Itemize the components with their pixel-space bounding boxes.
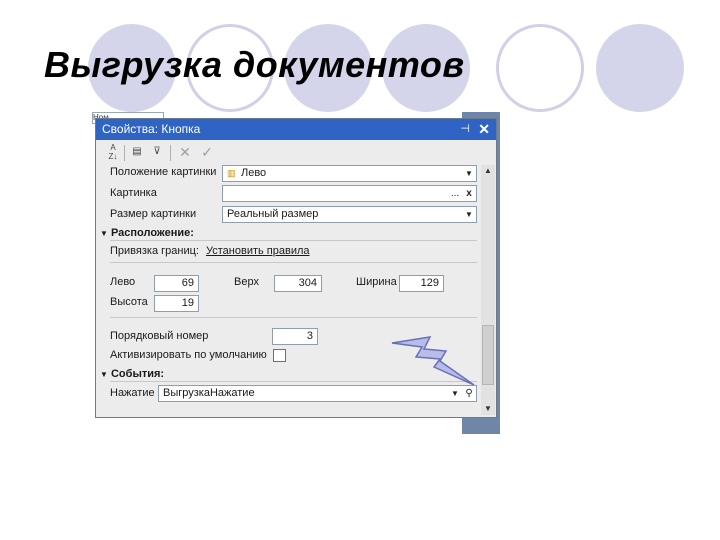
picture-size-label: Размер картинки	[110, 208, 197, 220]
width-label: Ширина	[356, 276, 397, 288]
default-active-label: Активизировать по умолчанию	[110, 349, 267, 361]
vertical-scrollbar[interactable]: ▲ ▼	[481, 165, 495, 415]
clear-field-icon[interactable]: x	[462, 186, 476, 201]
divider	[110, 317, 477, 318]
categories-icon[interactable]: ▤	[128, 143, 146, 161]
layout-section-title: Расположение:	[110, 227, 194, 239]
order-label: Порядковый номер	[110, 330, 209, 342]
clear-icon[interactable]: ✕	[176, 143, 194, 161]
sort-az-icon[interactable]: A Z↓	[104, 143, 122, 161]
picture-size-select[interactable]: Реальный размер ▼	[222, 206, 477, 223]
order-input[interactable]: 3	[272, 328, 318, 345]
collapse-icon[interactable]: ▼	[100, 370, 108, 379]
close-icon[interactable]: ✕	[478, 119, 490, 140]
width-input[interactable]: 129	[399, 275, 444, 292]
chevron-down-icon[interactable]: ▼	[462, 166, 476, 181]
top-input[interactable]: 304	[274, 275, 322, 292]
slide-title: Выгрузка документов	[44, 44, 465, 85]
left-label: Лево	[110, 276, 136, 288]
decor-circle-6	[596, 24, 684, 112]
anchor-label: Привязка границ:	[110, 245, 199, 257]
chevron-down-icon[interactable]: ▼	[462, 207, 476, 222]
height-input[interactable]: 19	[154, 295, 199, 312]
window-title: Свойства: Кнопка	[102, 122, 201, 136]
picture-field[interactable]: ... x	[222, 185, 477, 202]
click-label: Нажатие	[110, 387, 155, 399]
divider	[110, 262, 477, 263]
picture-position-value: Лево	[241, 167, 267, 179]
layout-section-header[interactable]: ▼ Расположение:	[100, 227, 194, 239]
check-icon[interactable]: ✓	[198, 143, 216, 161]
events-section-header[interactable]: ▼ События:	[100, 368, 164, 380]
height-label: Высота	[110, 296, 148, 308]
filter-icon[interactable]: ⊽	[148, 143, 166, 161]
click-handler-value: ВыгрузкаНажатие	[163, 387, 255, 399]
anchor-rules-link[interactable]: Установить правила	[206, 245, 310, 257]
scroll-thumb[interactable]	[482, 325, 494, 385]
divider	[110, 240, 477, 241]
events-section-title: События:	[110, 368, 165, 380]
decor-circle-5	[496, 24, 584, 112]
lightning-pointer-icon	[391, 336, 475, 386]
align-left-icon: ▥	[227, 168, 236, 178]
pin-icon[interactable]: ⊣	[460, 119, 470, 140]
toolbar-separator	[170, 145, 171, 161]
picture-position-label: Положение картинки	[110, 166, 217, 178]
default-active-checkbox[interactable]	[273, 349, 286, 362]
picture-position-select[interactable]: ▥ Лево ▼	[222, 165, 477, 182]
top-label: Верх	[234, 276, 259, 288]
picture-size-value: Реальный размер	[227, 208, 319, 220]
toolbar-separator	[124, 145, 125, 161]
window-titlebar: Свойства: Кнопка ⊣ ✕	[96, 119, 496, 140]
left-input[interactable]: 69	[154, 275, 199, 292]
browse-button[interactable]: ...	[448, 186, 462, 201]
collapse-icon[interactable]: ▼	[100, 229, 108, 238]
scroll-up-icon[interactable]: ▲	[481, 165, 495, 177]
scroll-down-icon[interactable]: ▼	[481, 403, 495, 415]
picture-label: Картинка	[110, 187, 157, 199]
